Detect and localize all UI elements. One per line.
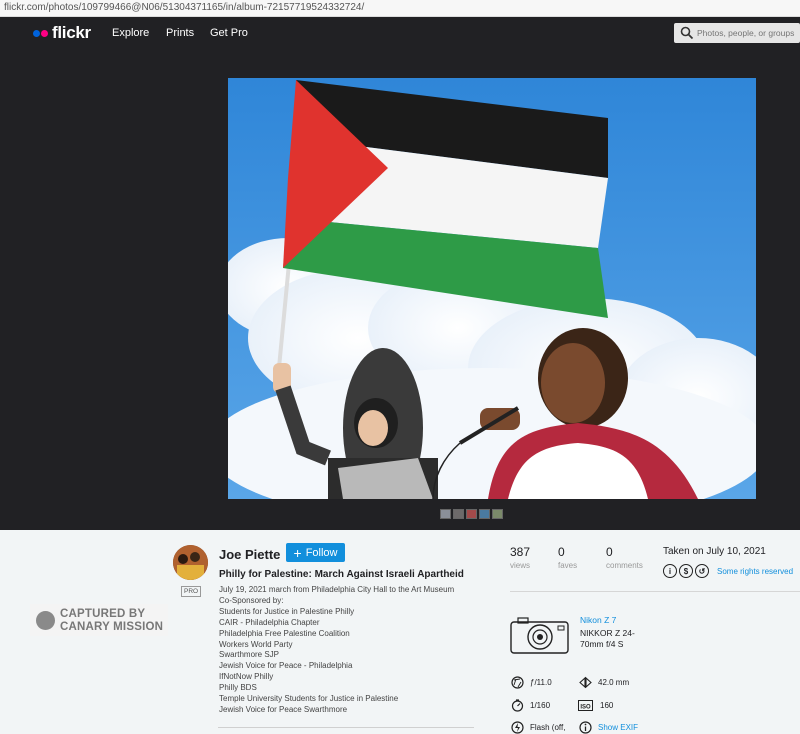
cc-noncommercial-icon: $ [679,564,693,578]
focal-length-value: 42.0 mm [598,678,630,687]
svg-text:ISO: ISO [580,705,591,711]
canary-logo-icon [36,611,55,630]
follow-button[interactable]: + Follow [286,543,345,562]
nav-prints-link[interactable]: Prints [166,27,194,39]
pro-badge: PRO [181,586,202,597]
description-line: Swarthmore SJP [219,650,280,660]
camera-divider [510,591,800,592]
photo-stage [0,48,800,530]
follow-label: Follow [305,546,338,559]
watermark-text: CAPTURED BY CANARY MISSION [60,608,163,633]
aperture-icon [511,676,524,689]
logo-text: flickr [52,23,91,42]
flickr-logo[interactable]: flickr [33,23,91,42]
flash-icon [511,721,524,734]
thumbnail[interactable] [453,509,464,519]
license-row: i $ ↺ Some rights reserved [663,564,793,578]
description-line: Co-Sponsored by: [219,595,284,605]
stat-faves: 0 faves [558,545,577,570]
iso-icon: ISO [578,700,593,711]
camera-model-link[interactable]: Nikon Z 7 [580,615,616,625]
thumbnail[interactable] [479,509,490,519]
flash-value: Flash (off, [530,723,566,732]
stat-views: 387 views [510,545,530,570]
shutter-speed-icon [511,699,524,712]
logo-pink-dot [41,29,48,37]
logo-blue-dot [33,29,40,37]
focal-length-icon [579,676,592,689]
photo-description: July 19, 2021 march from Philadelphia Ci… [219,585,489,716]
search-input[interactable] [697,25,797,41]
comments-count: 0 [606,545,613,559]
faves-count: 0 [558,545,565,559]
stat-comments: 0 comments [606,545,643,570]
nav-explore-link[interactable]: Explore [112,27,149,39]
photo-title: Philly for Palestine: March Against Isra… [219,569,464,580]
top-navigation: flickr Explore Prints Get Pro [0,17,800,48]
cc-attribution-icon: i [663,564,677,578]
description-line: Jewish Voice for Peace Swarthmore [219,704,348,714]
owner-name[interactable]: Joe Piette [219,547,280,562]
description-line: Students for Justice in Palestine Philly [219,606,355,616]
search-icon[interactable] [680,26,694,40]
cc-sharealike-icon: ↺ [695,564,709,578]
shutter-speed-value: 1/160 [530,701,551,710]
watermark-line: CANARY MISSION [60,620,164,633]
avatar-image [173,545,208,580]
main-photo[interactable] [228,78,756,499]
description-line: Philadelphia Free Palestine Coalition [219,628,350,638]
owner-avatar[interactable] [173,545,208,580]
views-label: views [510,561,531,570]
iso-value: 160 [600,701,614,710]
description-divider [218,727,474,728]
aperture-value: ƒ/11.0 [530,678,552,687]
show-exif-link[interactable]: Show EXIF [598,723,638,732]
description-line: Temple University Students for Justice i… [219,694,399,704]
faves-label: faves [558,561,578,570]
plus-icon: + [293,544,302,561]
description-line: Philly BDS [219,683,257,693]
camera-icon [510,617,569,654]
watermark-line: CAPTURED BY [60,608,146,620]
description-line: Jewish Voice for Peace - Philadelphia [219,661,353,671]
browser-address-bar[interactable]: flickr.com/photos/109799466@N06/51304371… [0,0,800,17]
description-line: Workers World Party [219,639,293,649]
nav-get-pro-link[interactable]: Get Pro [210,27,248,39]
description-line: July 19, 2021 march from Philadelphia Ci… [219,585,455,594]
thumbnail-strip [440,509,503,519]
info-icon [579,721,592,734]
search-box[interactable] [674,23,800,43]
views-count: 387 [510,545,531,559]
taken-date: Taken on July 10, 2021 [663,546,766,557]
thumbnail[interactable] [492,509,503,519]
description-line: CAIR - Philadelphia Chapter [219,617,320,627]
comments-label: comments [606,561,643,570]
thumbnail[interactable] [466,509,477,519]
canary-mission-watermark: CAPTURED BY CANARY MISSION [30,604,168,636]
url-text: flickr.com/photos/109799466@N06/51304371… [4,2,365,13]
photo-info-panel: PRO Joe Piette + Follow Philly for Pales… [0,530,800,734]
description-line: IfNotNow Philly [219,672,274,682]
lens-model: NIKKOR Z 24-70mm f/4 S [580,628,635,649]
license-link[interactable]: Some rights reserved [717,567,793,576]
thumbnail[interactable] [440,509,451,519]
